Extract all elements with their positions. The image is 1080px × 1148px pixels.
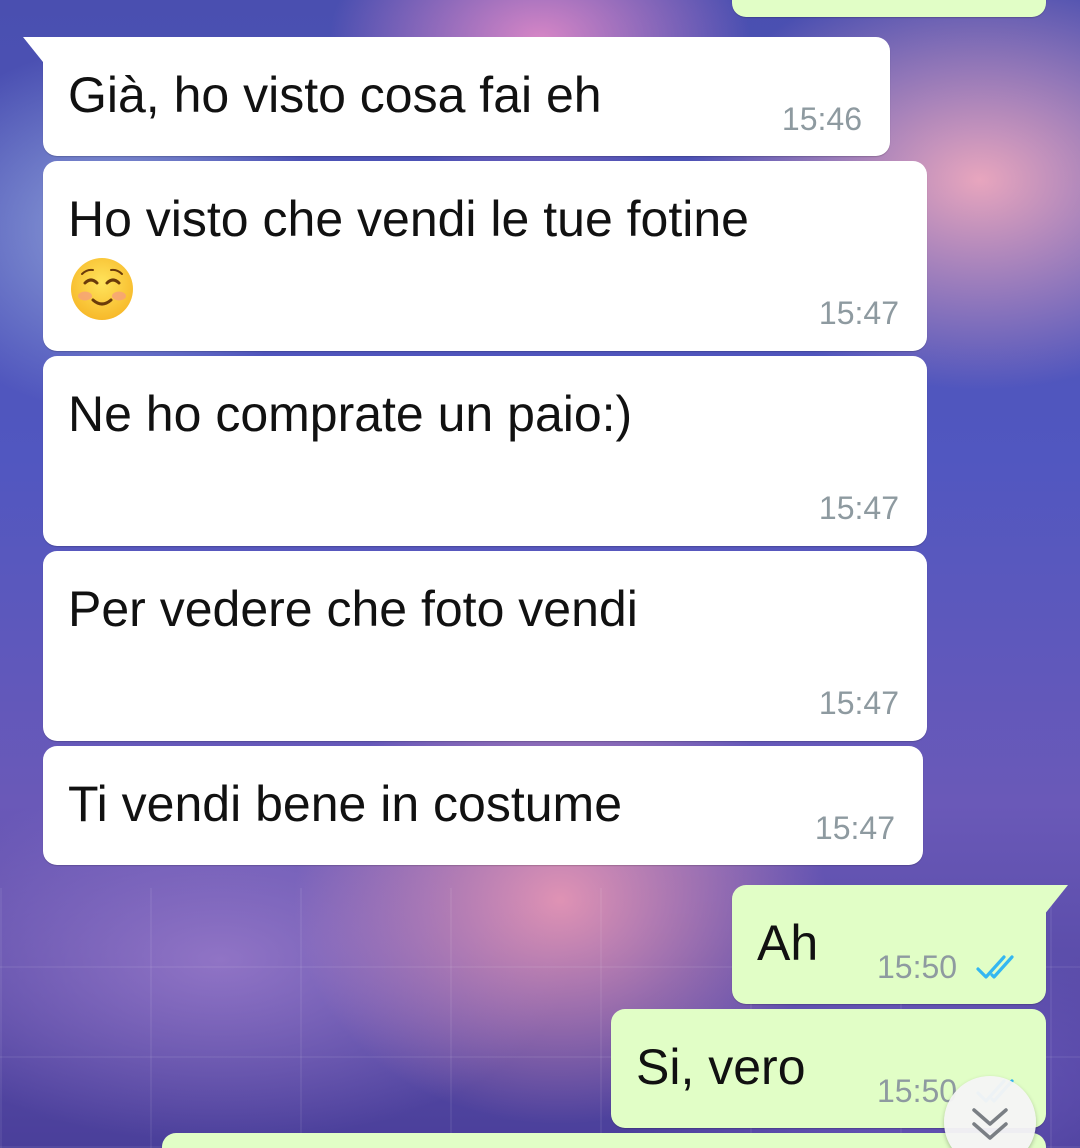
message-bubble-incoming[interactable]: Ne ho comprate un paio:) 15:47 <box>43 356 927 546</box>
message-timestamp: 15:46 <box>781 101 862 137</box>
message-text: Ti vendi bene in costume <box>68 776 623 832</box>
message-bubble-incoming[interactable]: Ti vendi bene in costume 15:47 <box>43 746 923 865</box>
message-text: Ho visto che vendi le tue fotine <box>68 191 749 247</box>
message-timestamp: 15:50 <box>877 1073 958 1109</box>
message-timestamp: 15:47 <box>818 295 899 331</box>
chevron-double-down-icon <box>972 1108 1008 1140</box>
bubble-tail <box>23 37 47 67</box>
message-text: Si, vero <box>636 1039 806 1095</box>
message-text: Per vedere che foto vendi <box>68 581 638 637</box>
message-bubble-outgoing-partial-bottom <box>162 1133 1046 1148</box>
message-bubble-outgoing-partial-top <box>732 0 1046 17</box>
message-timestamp: 15:47 <box>818 685 899 721</box>
bubble-tail <box>1044 885 1068 915</box>
message-timestamp: 15:47 <box>814 810 895 846</box>
message-text: Ne ho comprate un paio:) <box>68 386 633 442</box>
message-bubble-incoming[interactable]: Ho visto che vendi le tue fotine 15:47 <box>43 161 927 351</box>
smiling-face-emoji-icon <box>71 258 133 320</box>
message-text: Ah <box>757 915 819 971</box>
message-text: Già, ho visto cosa fai eh <box>68 67 602 123</box>
message-bubble-incoming[interactable]: Per vedere che foto vendi 15:47 <box>43 551 927 741</box>
message-bubble-outgoing[interactable]: Ah 15:50 <box>732 885 1068 1004</box>
message-timestamp: 15:50 <box>877 949 958 985</box>
message-bubble-incoming[interactable]: Già, ho visto cosa fai eh 15:46 <box>23 37 890 156</box>
message-timestamp: 15:47 <box>818 490 899 526</box>
double-check-icon <box>976 955 1014 979</box>
